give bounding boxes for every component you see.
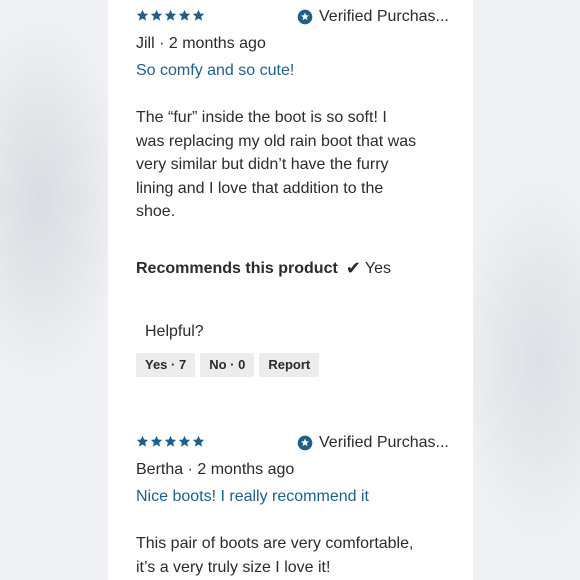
recommends-label: Recommends this product bbox=[136, 259, 338, 277]
verified-badge-icon bbox=[297, 435, 313, 451]
review-body: The “fur” inside the boot is so soft! I … bbox=[136, 106, 426, 224]
verified-purchase: Verified Purchas... bbox=[297, 434, 449, 452]
helpful-yes-button[interactable]: Yes · 7 bbox=[136, 353, 196, 377]
review-body-line: was replacing my old rain boot that was bbox=[136, 132, 417, 150]
star-icon bbox=[136, 435, 149, 447]
reviews-card: Verified Purchas... Jill · 2 months ago … bbox=[108, 0, 473, 580]
author-line: Bertha · 2 months ago bbox=[136, 461, 295, 478]
checkmark-icon: ✔ bbox=[345, 258, 361, 278]
author-line: Jill · 2 months ago bbox=[136, 35, 266, 52]
star-icon bbox=[178, 435, 191, 447]
star-icon bbox=[150, 9, 163, 21]
star-rating bbox=[136, 9, 205, 22]
review-body: This pair of boots are very comfortable,… bbox=[136, 532, 426, 579]
review-body-line: lining and I love that addition to the bbox=[136, 179, 384, 197]
report-button[interactable]: Report bbox=[259, 353, 320, 377]
review-body-line: The “fur” inside the boot is so soft! I bbox=[136, 109, 387, 126]
star-icon bbox=[164, 435, 177, 447]
verified-label: Verified Purchas... bbox=[319, 434, 449, 451]
verified-badge-icon bbox=[297, 9, 313, 25]
review-headline: Nice boots! I really recommend it bbox=[136, 488, 369, 505]
helpful-no-button[interactable]: No · 0 bbox=[200, 353, 255, 377]
star-icon bbox=[136, 9, 149, 21]
star-rating bbox=[136, 435, 205, 448]
star-icon bbox=[164, 9, 177, 21]
review-body-line: very similar but didn’t have the furry bbox=[136, 156, 389, 173]
star-icon bbox=[178, 9, 191, 21]
helpful-label: Helpful? bbox=[145, 323, 204, 340]
verified-label: Verified Purchas... bbox=[319, 8, 449, 25]
star-icon bbox=[150, 435, 163, 447]
star-icon bbox=[192, 9, 205, 21]
recommends-value: Yes bbox=[364, 259, 392, 277]
verified-purchase: Verified Purchas... bbox=[297, 8, 449, 26]
review-body-line: This pair of boots are very comfortable, bbox=[136, 535, 414, 552]
review-headline: So comfy and so cute! bbox=[136, 62, 295, 79]
recommends-row: Recommends this product ✔ Yes bbox=[136, 258, 391, 279]
review-body-line: it’s a very truly size I love it! bbox=[136, 558, 331, 576]
vote-buttons: Yes · 7 No · 0 Report bbox=[136, 353, 320, 377]
review-body-line: shoe. bbox=[136, 203, 176, 220]
star-icon bbox=[192, 435, 205, 447]
